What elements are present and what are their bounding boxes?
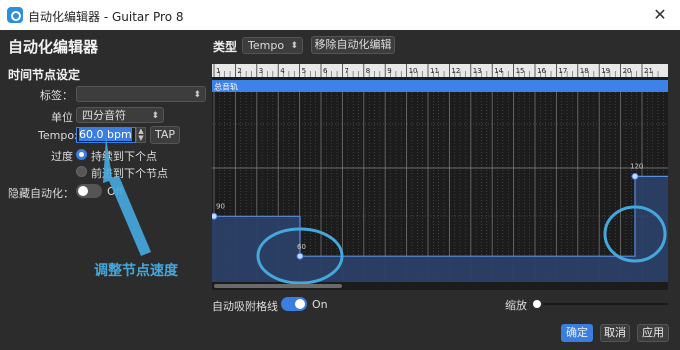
automation-graph[interactable]: 1 2 3 4 5 6 7 8 9 10 11 12 13 14 15 16 17 18 19 20 21 总音轨 90… (212, 64, 668, 290)
automation-point-120[interactable] (631, 172, 639, 180)
type-combo[interactable]: Tempo ⬍ (242, 37, 303, 54)
snap-state: On (312, 298, 328, 311)
track-name: 总音轨 (214, 82, 238, 92)
ruler-number: 6 (323, 67, 328, 75)
track-bar (212, 80, 668, 92)
window-title: 自动化编辑器 - Guitar Pro 8 (28, 10, 184, 24)
snap-label: 自动吸附格线 (212, 300, 278, 313)
automation-point-label: 90 (216, 202, 225, 210)
toggle-knob (295, 299, 305, 309)
title-bar: 自动化编辑器 - Guitar Pro 8 ✕ (0, 0, 680, 30)
ruler-number: 9 (387, 67, 391, 75)
ruler-number: 13 (473, 67, 482, 75)
ruler-number: 12 (451, 67, 460, 75)
automation-point-label: 60 (297, 243, 306, 251)
automation-editor-dialog: 自动化编辑器 时间节点设定 标签： ⬍ 单位 四分音符 ⬍ Tempo: 60.… (0, 30, 680, 350)
ok-button[interactable]: 确定 (561, 324, 593, 342)
ruler-number: 15 (516, 67, 525, 75)
ruler-number: 19 (601, 67, 610, 75)
ruler-number: 14 (494, 67, 503, 75)
ruler-number: 4 (280, 67, 285, 75)
ruler-number: 2 (237, 67, 241, 75)
cancel-button[interactable]: 取消 (600, 324, 630, 342)
snap-toggle[interactable] (281, 297, 307, 311)
apply-button[interactable]: 应用 (637, 324, 669, 342)
ruler-number: 10 (409, 67, 418, 75)
annotation-arrow (103, 137, 151, 256)
horizontal-scrollbar[interactable] (214, 284, 342, 288)
chevron-updown-icon: ⬍ (290, 41, 298, 51)
zoom-slider-track[interactable] (543, 303, 668, 305)
type-label: 类型 (213, 40, 238, 54)
ruler-number: 21 (644, 67, 653, 75)
ruler-number: 3 (259, 67, 263, 75)
ruler-number: 5 (302, 67, 306, 75)
remove-automation-button[interactable]: 移除自动化编辑 (311, 36, 395, 54)
annotation-text: 调整节点速度 (94, 263, 178, 279)
zoom-label: 缩放 (505, 299, 527, 312)
ruler-number: 18 (580, 67, 589, 75)
automation-point-60[interactable] (296, 252, 304, 260)
guitar-pro-app-icon (7, 7, 23, 23)
ruler-number: 7 (344, 67, 348, 75)
ruler-number: 11 (430, 67, 439, 75)
ruler-number: 16 (537, 67, 546, 75)
automation-point-label: 120 (630, 162, 643, 170)
ruler-number: 20 (623, 67, 632, 75)
ruler-number: 17 (558, 67, 567, 75)
ruler-number: 8 (366, 67, 370, 75)
automation-editor-canvas[interactable]: 1 2 3 4 5 6 7 8 9 10 11 12 13 14 15 16 17 18 19 20 21 总音轨 90… (212, 64, 668, 290)
zoom-slider-handle[interactable] (533, 300, 541, 308)
close-icon[interactable]: ✕ (648, 3, 672, 27)
type-combo-value: Tempo (248, 39, 285, 52)
ruler-number: 1 (216, 67, 220, 75)
automation-point-90[interactable] (212, 212, 218, 220)
